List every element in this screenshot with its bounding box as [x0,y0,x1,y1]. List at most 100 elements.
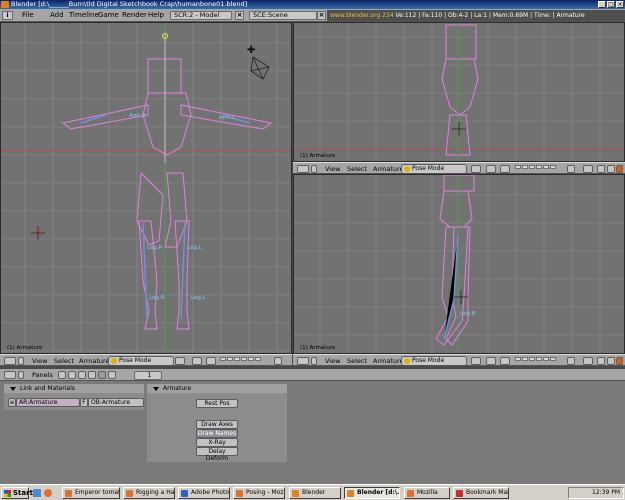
collapse-menu-icon[interactable] [18,371,24,379]
logic-context-icon[interactable] [58,371,66,379]
layer-button[interactable] [227,357,233,361]
panel-title[interactable]: Armature [147,384,287,393]
lock-icon[interactable] [567,357,575,365]
menu-help[interactable]: Help [148,11,164,20]
menu-view[interactable]: View [325,357,340,365]
quicklaunch-browser-icon[interactable] [44,489,52,497]
draw-type-icon[interactable] [471,165,481,173]
taskbar-button[interactable]: Rigging a Hand... [123,487,175,499]
xray-button[interactable]: X-Ray [196,438,238,447]
window-type-icon[interactable] [4,357,16,365]
menu-file[interactable]: File [22,11,34,20]
arrow-down-icon[interactable] [597,357,605,365]
manipulator-icon[interactable] [206,357,216,365]
layer-button[interactable] [529,357,535,361]
layer-button[interactable] [550,357,556,361]
maximize-button[interactable]: □ [607,1,615,8]
taskbar-button[interactable]: Emperor tomat... [62,487,120,499]
menu-select[interactable]: Select [347,357,367,365]
start-button[interactable]: Start [1,487,33,499]
manipulator-icon[interactable] [500,357,510,365]
draw-type-icon[interactable] [175,357,185,365]
blender-website[interactable]: www.blender.org 234 [330,12,394,19]
draw-names-button[interactable]: Draw Names [196,429,238,438]
layer-button[interactable] [515,357,521,361]
layer-button[interactable] [536,357,542,361]
layer-button[interactable] [536,165,542,169]
lock-icon[interactable] [274,357,282,365]
rest-pos-button[interactable]: Rest Pos [196,399,238,408]
pivot-icon[interactable] [192,357,202,365]
lock-icon[interactable] [567,165,575,173]
draw-axes-button[interactable]: Draw Axes [196,420,238,429]
mode-selector[interactable]: Pose Mode [108,356,174,365]
object-name-field[interactable]: OB:Armature [88,398,144,407]
render-preview-icon[interactable] [616,357,623,365]
layer-button[interactable] [550,165,556,169]
delete-screen-button[interactable]: × [235,11,244,20]
menu-panels[interactable]: Panels [32,371,53,380]
pivot-icon[interactable] [486,357,496,365]
menu-view[interactable]: View [325,165,340,173]
quicklaunch-desktop-icon[interactable] [33,489,41,497]
menu-timeline[interactable]: Timeline [69,11,99,20]
menu-view[interactable]: View [32,357,47,365]
object-context-icon[interactable] [88,371,96,379]
layer-button[interactable] [543,165,549,169]
layer-button[interactable] [515,165,521,169]
collapse-menu-icon[interactable] [311,165,317,173]
layer-button[interactable] [220,357,226,361]
menu-select[interactable]: Select [54,357,74,365]
layer-button[interactable] [241,357,247,361]
menu-render[interactable]: Render [122,11,147,20]
scene-context-icon[interactable] [108,371,116,379]
menu-game[interactable]: Game [98,11,119,20]
render-icon[interactable] [583,165,593,173]
arrow-up-icon[interactable] [607,165,615,173]
pivot-icon[interactable] [486,165,496,173]
window-type-icon[interactable] [297,165,309,173]
scene-selector[interactable]: SCE:Scene [249,11,317,20]
collapse-menu-icon[interactable] [311,357,317,365]
side-3d-viewport-bottom[interactable]: Leg.B (1) Armature [293,174,625,354]
delete-scene-button[interactable]: × [317,11,326,20]
taskbar-button[interactable]: Adobe Photoshop [178,487,230,499]
armature-name-field[interactable]: AR:Armature [16,398,80,407]
collapse-menu-icon[interactable] [18,357,24,365]
render-preview-icon[interactable] [616,165,623,173]
window-type-menu-icon[interactable]: i [2,11,13,20]
mode-selector[interactable]: Pose Mode [401,356,467,365]
arrow-up-icon[interactable] [607,357,615,365]
taskbar-button[interactable]: Blender [d:\... [344,487,400,499]
layer-button[interactable] [522,165,528,169]
screen-selector[interactable]: SCR:2 - Model [170,11,232,20]
editing-context-icon[interactable] [98,371,106,379]
layer-button[interactable] [543,357,549,361]
layer-button[interactable] [248,357,254,361]
script-context-icon[interactable] [68,371,76,379]
taskbar-button[interactable]: Posing - Mozilla [233,487,285,499]
menu-select[interactable]: Select [347,165,367,173]
fake-user-button[interactable]: F [80,398,88,407]
taskbar-button[interactable]: Bookmark Mana... [453,487,509,499]
arrow-down-icon[interactable] [597,165,605,173]
layer-button[interactable] [522,357,528,361]
delay-deform-button[interactable]: Delay Deform [196,447,238,462]
draw-type-icon[interactable] [471,357,481,365]
menu-armature[interactable]: Armature [79,357,110,365]
taskbar-button[interactable]: Blender [289,487,341,499]
menu-add[interactable]: Add [50,11,64,20]
manipulator-icon[interactable] [500,165,510,173]
shading-context-icon[interactable] [78,371,86,379]
mode-selector[interactable]: Pose Mode [401,164,467,173]
layer-button[interactable] [255,357,261,361]
render-icon[interactable] [583,357,593,365]
panel-title[interactable]: Link and Materials [4,384,144,393]
front-3d-viewport[interactable]: ✚ Arm.R Arm.L Leg.R Leg.L Leg.R Leg.L (1… [0,22,292,354]
side-3d-viewport-top[interactable]: (1) Armature [293,22,625,162]
layer-button[interactable] [529,165,535,169]
layer-button[interactable] [234,357,240,361]
close-button[interactable]: × [616,1,624,8]
window-type-icon[interactable] [4,371,16,379]
minimize-button[interactable]: _ [598,1,606,8]
